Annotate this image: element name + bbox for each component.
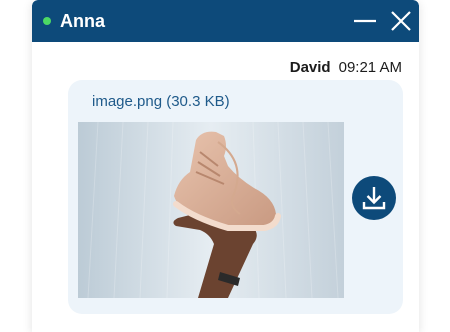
- minimize-button[interactable]: [352, 8, 378, 34]
- chat-header: Anna: [32, 0, 419, 42]
- attachment-file-name[interactable]: image.png (30.3 KB): [92, 93, 230, 111]
- message-sender: David: [289, 59, 331, 76]
- message-time: 09:21 AM: [338, 59, 402, 76]
- download-icon: [362, 187, 386, 210]
- attachment-image[interactable]: [78, 122, 344, 298]
- message-meta: David 09:21 AM: [290, 59, 402, 77]
- message-bubble: image.png (30.3 KB): [68, 80, 403, 314]
- minimize-icon: [354, 19, 376, 23]
- contact-name: Anna: [60, 11, 105, 31]
- online-status-dot: [43, 17, 51, 25]
- download-button[interactable]: [352, 176, 396, 220]
- chat-window: Anna David 09:21 AM image.png (30.3 KB): [32, 0, 419, 332]
- close-button[interactable]: [388, 8, 414, 34]
- close-icon: [391, 11, 411, 31]
